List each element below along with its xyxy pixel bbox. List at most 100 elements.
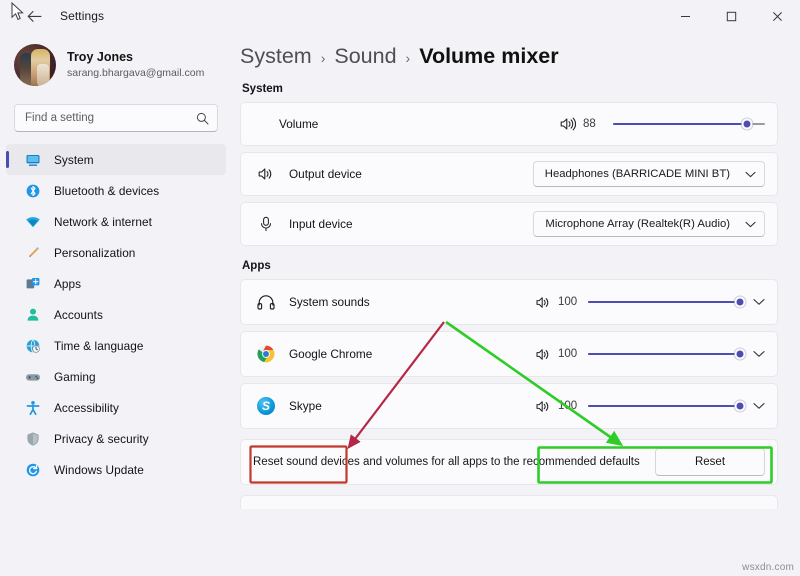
chevron-down-icon[interactable] — [753, 350, 765, 358]
maximize-button[interactable] — [708, 0, 754, 32]
sidebar-item-label: Time & language — [54, 339, 144, 353]
update-refresh-icon — [20, 462, 46, 478]
paintbrush-icon — [20, 245, 46, 261]
sidebar-item-time-language[interactable]: Time & language — [6, 330, 226, 361]
volume-slider[interactable] — [613, 123, 765, 126]
shield-icon — [20, 431, 46, 447]
window-title: Settings — [60, 9, 104, 23]
sidebar-item-gaming[interactable]: Gaming — [6, 361, 226, 392]
chevron-down-icon[interactable] — [753, 298, 765, 306]
sidebar-item-accessibility[interactable]: Accessibility — [6, 392, 226, 423]
account-email: sarang.bhargava@gmail.com — [67, 67, 204, 80]
volume-row: Volume 88 — [240, 102, 778, 146]
minimize-button[interactable] — [662, 0, 708, 32]
sidebar-item-accounts[interactable]: Accounts — [6, 299, 226, 330]
window-controls — [662, 0, 800, 32]
window-body: Troy Jones sarang.bhargava@gmail.com — [0, 32, 800, 576]
chrome-icon — [253, 345, 279, 363]
sidebar: Troy Jones sarang.bhargava@gmail.com — [0, 32, 232, 576]
app-volume-value: 100 — [558, 296, 581, 308]
app-volume-value: 100 — [558, 400, 581, 412]
output-device-label: Output device — [289, 167, 362, 181]
breadcrumb-sound[interactable]: Sound — [334, 44, 396, 69]
wifi-icon — [20, 214, 46, 230]
settings-window: Settings — [0, 0, 800, 576]
chevron-down-icon — [745, 221, 756, 228]
speaker-volume-icon — [536, 400, 551, 413]
reset-row: Reset sound devices and volumes for all … — [240, 439, 778, 485]
sidebar-item-network-internet[interactable]: Network & internet — [6, 206, 226, 237]
app-volume-slider[interactable] — [588, 405, 740, 408]
volume-slider-group[interactable]: 88 — [560, 117, 765, 131]
maximize-icon — [726, 11, 737, 22]
chevron-down-icon[interactable] — [753, 402, 765, 410]
speaker-icon — [253, 167, 279, 181]
app-label: System sounds — [289, 295, 370, 309]
section-heading-apps: Apps — [242, 260, 778, 272]
avatar — [14, 44, 56, 86]
app-volume-group[interactable]: 100 — [536, 348, 765, 361]
sidebar-item-label: Network & internet — [54, 215, 152, 229]
input-device-row: Input device Microphone Array (Realtek(R… — [240, 202, 778, 246]
app-volume-group[interactable]: 100 — [536, 400, 765, 413]
output-device-dropdown[interactable]: Headphones (BARRICADE MINI BT) — [533, 161, 765, 187]
breadcrumb-system[interactable]: System — [240, 44, 312, 69]
close-icon — [772, 11, 783, 22]
app-volume-slider[interactable] — [588, 301, 740, 304]
next-section-partial-row — [240, 495, 778, 509]
section-heading-system: System — [242, 83, 778, 95]
chevron-right-icon: › — [406, 50, 411, 66]
output-device-row: Output device Headphones (BARRICADE MINI… — [240, 152, 778, 196]
sidebar-item-apps[interactable]: Apps — [6, 268, 226, 299]
sidebar-item-label: Accessibility — [54, 401, 119, 415]
skype-icon-letter: S — [257, 397, 275, 415]
main-content: System › Sound › Volume mixer System Vol… — [232, 32, 800, 576]
volume-value: 88 — [583, 118, 606, 130]
speaker-volume-icon — [560, 117, 576, 131]
account-block[interactable]: Troy Jones sarang.bhargava@gmail.com — [0, 32, 232, 90]
app-volume-slider[interactable] — [588, 353, 740, 356]
sidebar-item-windows-update[interactable]: Windows Update — [6, 454, 226, 485]
skype-icon: S — [253, 397, 279, 415]
back-arrow-icon — [27, 10, 42, 23]
back-button[interactable] — [18, 0, 50, 32]
sidebar-item-bluetooth-devices[interactable]: Bluetooth & devices — [6, 175, 226, 206]
input-device-value: Microphone Array (Realtek(R) Audio) — [545, 218, 730, 230]
globe-clock-icon — [20, 338, 46, 354]
person-icon — [20, 307, 46, 323]
search-input[interactable] — [25, 112, 196, 124]
sidebar-item-label: Apps — [54, 277, 81, 291]
sidebar-item-privacy-security[interactable]: Privacy & security — [6, 423, 226, 454]
search-box[interactable] — [14, 104, 218, 132]
breadcrumb: System › Sound › Volume mixer — [240, 32, 778, 75]
microphone-icon — [253, 216, 279, 232]
app-row-system-sounds: System sounds 100 — [240, 279, 778, 325]
sidebar-item-label: Privacy & security — [54, 432, 149, 446]
input-device-dropdown[interactable]: Microphone Array (Realtek(R) Audio) — [533, 211, 765, 237]
sidebar-nav: System Bluetooth & devices — [0, 144, 232, 485]
reset-button[interactable]: Reset — [655, 448, 765, 476]
app-row-google-chrome: Google Chrome 100 — [240, 331, 778, 377]
reset-description: Reset sound devices and volumes for all … — [253, 456, 640, 468]
input-device-label: Input device — [289, 217, 353, 231]
system-monitor-icon — [20, 152, 46, 168]
volume-label: Volume — [279, 117, 318, 131]
bluetooth-icon — [20, 183, 46, 199]
chevron-right-icon: › — [321, 50, 326, 66]
sidebar-item-label: System — [54, 153, 94, 167]
app-label: Google Chrome — [289, 347, 372, 361]
sidebar-item-system[interactable]: System — [6, 144, 226, 175]
sidebar-item-personalization[interactable]: Personalization — [6, 237, 226, 268]
watermark: wsxdn.com — [742, 562, 794, 573]
account-name: Troy Jones — [67, 50, 204, 66]
app-row-skype: S Skype 100 — [240, 383, 778, 429]
app-label: Skype — [289, 399, 322, 413]
apps-grid-icon — [20, 276, 46, 292]
app-volume-group[interactable]: 100 — [536, 296, 765, 309]
minimize-icon — [680, 11, 691, 22]
chevron-down-icon — [745, 171, 756, 178]
page-title: Volume mixer — [419, 44, 558, 69]
close-button[interactable] — [754, 0, 800, 32]
accessibility-person-icon — [20, 400, 46, 416]
output-device-value: Headphones (BARRICADE MINI BT) — [545, 168, 730, 180]
